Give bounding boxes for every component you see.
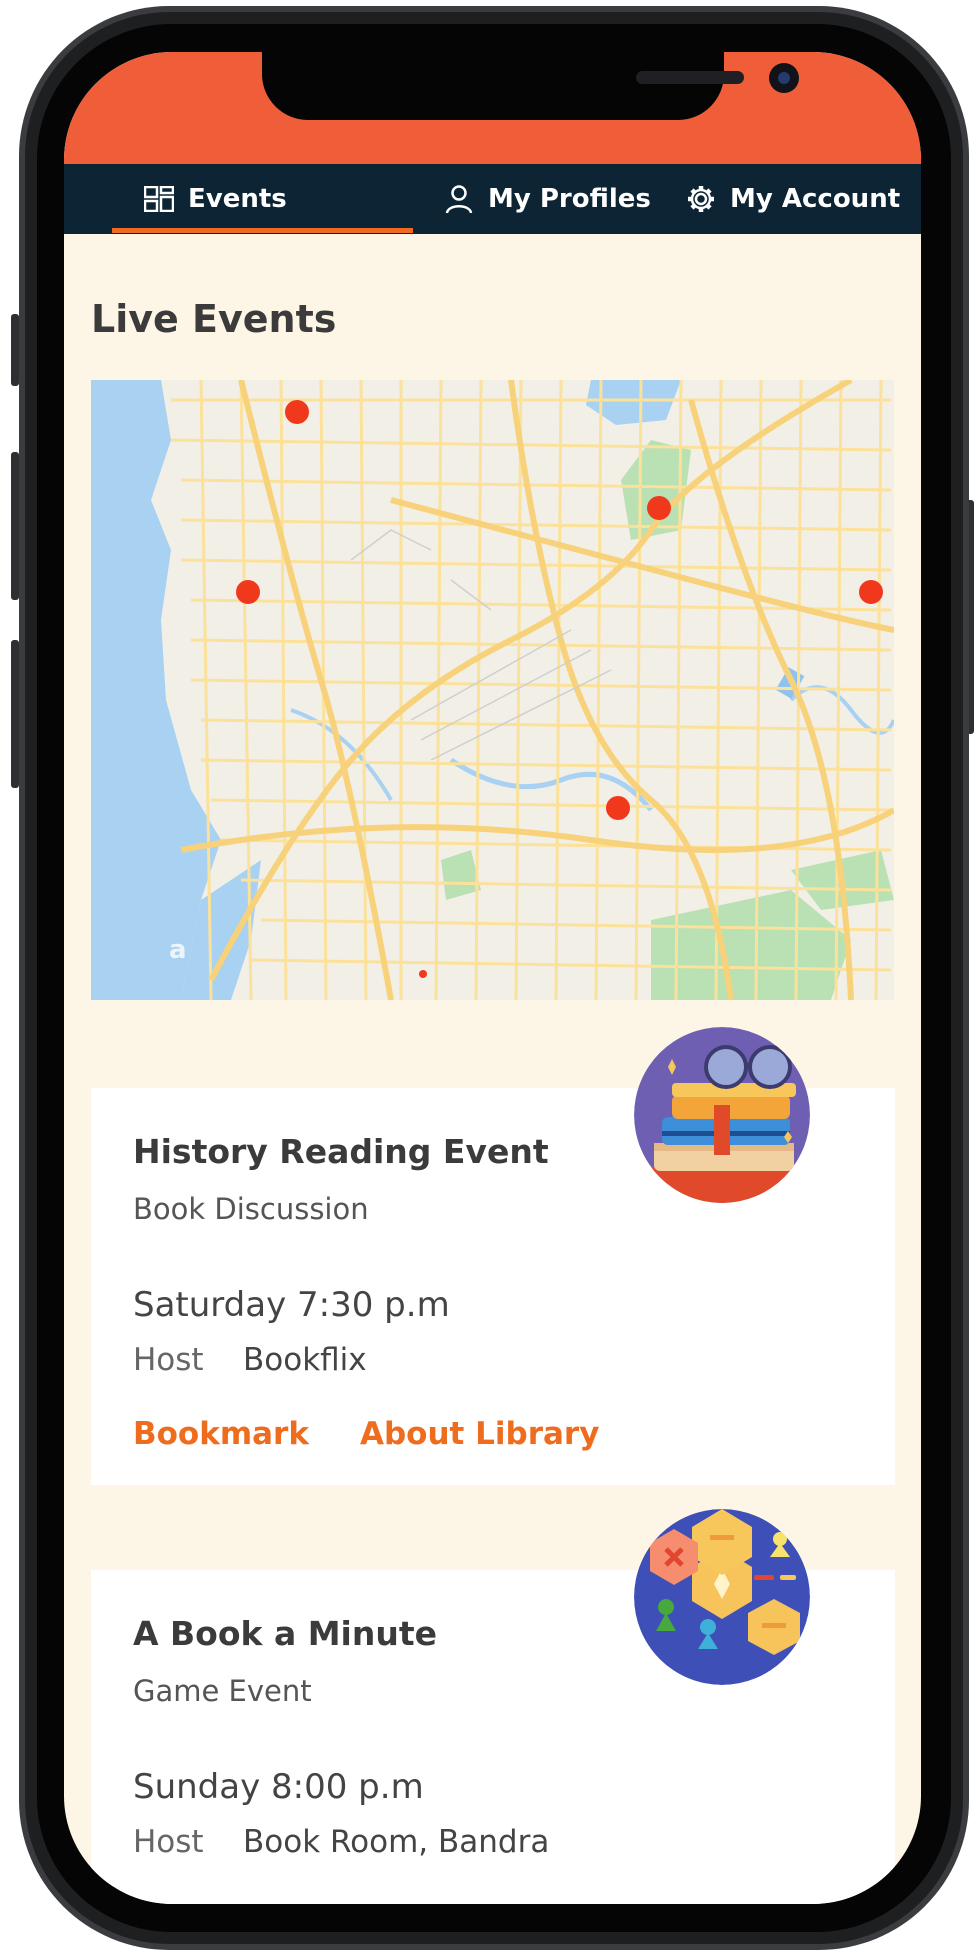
map-marker[interactable] — [236, 580, 260, 604]
tab-events-label: Events — [188, 184, 287, 214]
event-time: Saturday 7:30 p.m — [133, 1285, 450, 1325]
svg-text:a: a — [169, 935, 187, 965]
events-map[interactable]: a — [91, 380, 894, 1000]
phone-screen: Events My Profiles My Account Live Event… — [64, 52, 921, 1904]
tab-events[interactable]: Events — [144, 164, 287, 234]
volume-up-button — [11, 452, 19, 600]
silent-switch — [11, 314, 19, 386]
host-label: Host — [133, 1342, 204, 1378]
event-title: A Book a Minute — [133, 1614, 438, 1653]
event-category: Book Discussion — [133, 1192, 369, 1226]
tab-my-account-label: My Account — [730, 184, 901, 214]
event-category: Game Event — [133, 1674, 312, 1708]
map-marker[interactable] — [859, 580, 883, 604]
map-marker[interactable] — [419, 970, 427, 978]
books-stack-illustration — [634, 1027, 810, 1203]
map-marker[interactable] — [285, 400, 309, 424]
volume-down-button — [11, 640, 19, 788]
active-tab-indicator — [112, 228, 413, 233]
speaker-grille — [636, 71, 744, 84]
notch — [262, 52, 799, 120]
user-icon — [445, 185, 473, 214]
tab-my-profiles-label: My Profiles — [488, 184, 651, 214]
map-marker[interactable] — [647, 496, 671, 520]
page-title: Live Events — [91, 297, 337, 341]
map-marker[interactable] — [606, 796, 630, 820]
grid-icon — [144, 186, 174, 212]
city-map-image: a — [91, 380, 894, 1000]
front-camera — [769, 63, 799, 93]
top-nav-bar: Events My Profiles My Account — [64, 164, 921, 234]
host-name: Book Room, Bandra — [243, 1824, 550, 1860]
about-library-link[interactable]: About Library — [360, 1416, 599, 1452]
tab-my-profiles[interactable]: My Profiles — [444, 164, 651, 234]
host-label: Host — [133, 1824, 204, 1860]
gear-icon — [688, 186, 714, 212]
host-name: Bookflix — [243, 1342, 367, 1378]
tab-my-account[interactable]: My Account — [686, 164, 900, 234]
event-time: Sunday 8:00 p.m — [133, 1767, 424, 1807]
board-game-illustration — [634, 1509, 810, 1685]
bookmark-link[interactable]: Bookmark — [133, 1416, 309, 1452]
event-title: History Reading Event — [133, 1132, 549, 1171]
